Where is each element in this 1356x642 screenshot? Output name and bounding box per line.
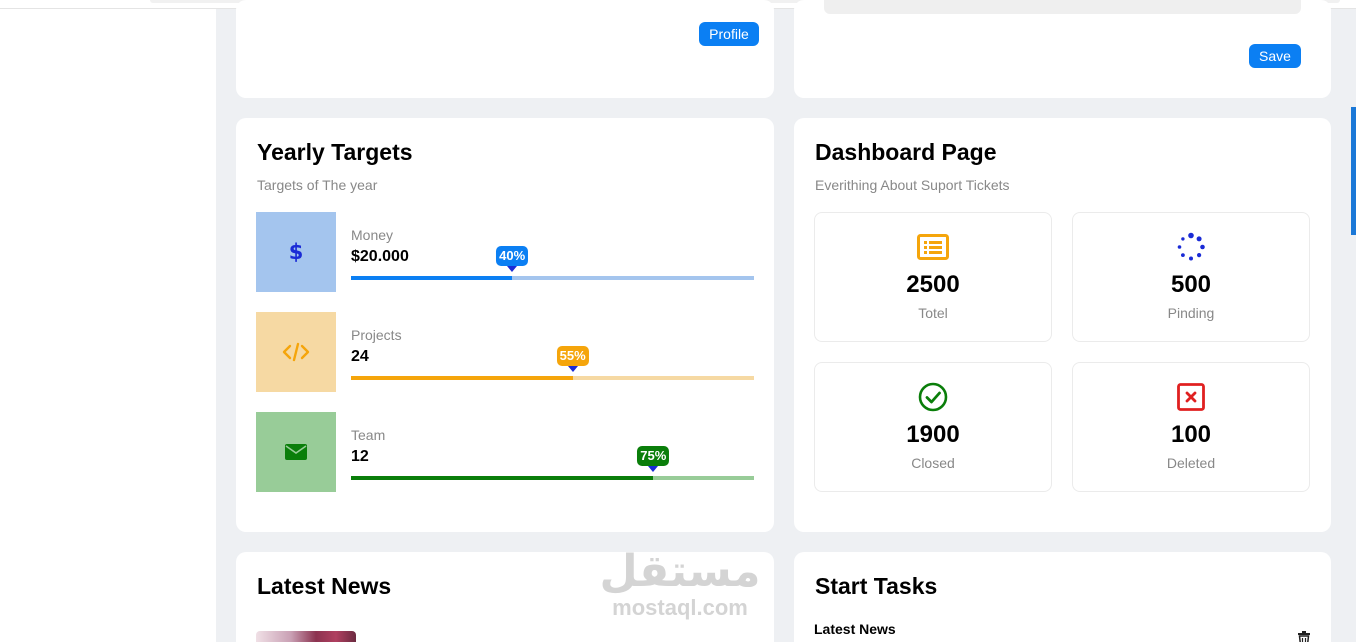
latest-news-title: Latest News — [257, 573, 392, 599]
progress-badge: 75% — [637, 446, 670, 472]
ticket-label: Totel — [918, 305, 948, 321]
ticket-closed: 1900 Closed — [814, 362, 1052, 492]
save-button[interactable]: Save — [1249, 44, 1301, 68]
ticket-number: 500 — [1170, 271, 1212, 298]
news-thumbnail[interactable] — [256, 631, 356, 642]
ticket-deleted: 100 Deleted — [1072, 362, 1310, 492]
ticket-label: Pinding — [1167, 305, 1215, 321]
task-title: Latest News — [814, 621, 896, 637]
settings-input[interactable] — [824, 0, 1301, 14]
ticket-label: Closed — [911, 455, 955, 471]
yearly-targets-card: Yearly Targets Targets of The year $ Mon… — [236, 118, 774, 532]
target-label: Projects — [351, 327, 402, 343]
yearly-targets-subtitle: Targets of The year — [257, 177, 378, 193]
target-label: Money — [351, 227, 394, 243]
target-team: Team 12 75% — [256, 412, 754, 492]
sidebar — [0, 9, 216, 642]
target-value: 12 — [351, 448, 369, 465]
ticket-number: 1900 — [906, 421, 960, 448]
progress-fill — [351, 476, 654, 480]
mostaql-watermark: مستقل mostaql.com — [595, 548, 765, 620]
close-square-icon — [1177, 383, 1205, 411]
trash-icon[interactable] — [1297, 631, 1311, 642]
progress-fill — [351, 376, 573, 380]
progress-track: 55% — [351, 346, 754, 380]
start-tasks-title: Start Tasks — [815, 573, 938, 599]
spinner-icon — [1177, 232, 1205, 261]
check-circle-icon — [918, 382, 948, 412]
ticket-total: 2500 Totel — [814, 212, 1052, 342]
progress-fill — [351, 276, 513, 280]
yearly-targets-title: Yearly Targets — [257, 139, 413, 165]
start-tasks-card: Start Tasks Latest News — [794, 552, 1331, 642]
target-tile — [256, 312, 336, 392]
ticket-number: 2500 — [906, 271, 960, 298]
ticket-label: Deleted — [1166, 455, 1216, 471]
ticket-number: 100 — [1170, 421, 1212, 448]
progress-badge: 55% — [556, 346, 589, 372]
svg-text:$: $ — [289, 240, 304, 264]
target-projects: Projects 24 55% — [256, 312, 754, 392]
target-tile — [256, 412, 336, 492]
envelope-icon — [285, 444, 307, 460]
profile-button[interactable]: Profile — [699, 22, 759, 46]
target-label: Team — [351, 427, 386, 443]
dashboard-card: Dashboard Page Everithing About Suport T… — [794, 118, 1331, 532]
target-value: $20.000 — [351, 248, 409, 265]
profile-card: Profile — [236, 0, 774, 98]
target-value: 24 — [351, 348, 369, 365]
watermark-latin: mostaql.com — [612, 595, 748, 620]
settings-card: Save — [794, 0, 1331, 98]
dollar-icon: $ — [289, 240, 304, 264]
target-money: $ Money $20.000 40% — [256, 212, 754, 292]
list-icon — [917, 234, 949, 260]
ticket-pending: 500 Pinding — [1072, 212, 1310, 342]
dashboard-title: Dashboard Page — [815, 139, 997, 165]
scrollbar-thumb[interactable] — [1351, 107, 1356, 235]
watermark-arabic: مستقل — [599, 546, 761, 597]
progress-badge: 40% — [496, 246, 529, 272]
code-icon — [282, 342, 310, 362]
dashboard-subtitle: Everithing About Suport Tickets — [815, 177, 1010, 193]
progress-track: 75% — [351, 446, 754, 480]
target-tile: $ — [256, 212, 336, 292]
progress-track: 40% — [351, 246, 754, 280]
